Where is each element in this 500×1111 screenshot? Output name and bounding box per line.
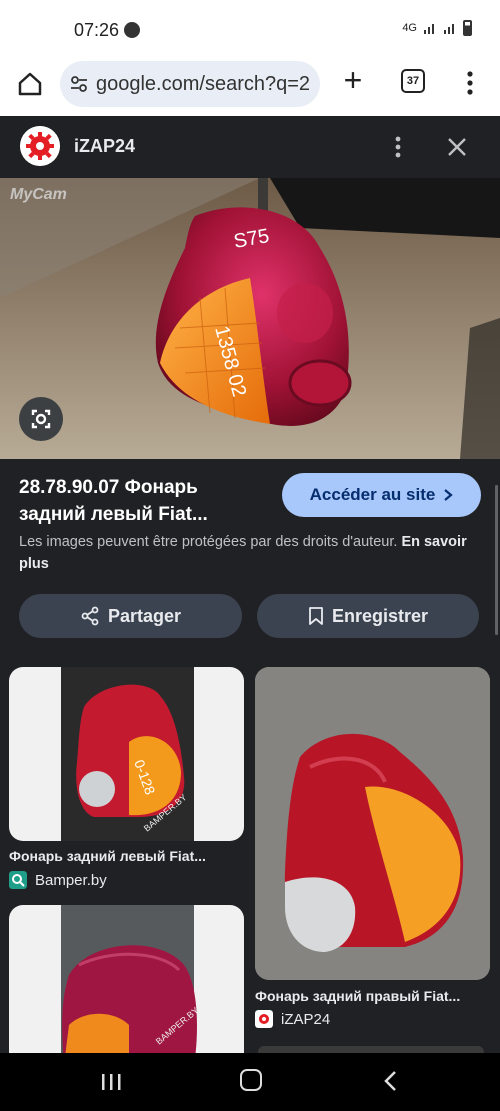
result-image-3: BAMPER.BY [61,905,201,1053]
system-nav-bar [0,1053,500,1111]
signal-icon-2 [444,24,454,34]
tab-switcher-button[interactable]: 37 [401,69,425,93]
home-icon[interactable] [16,70,44,98]
image-viewer-header: iZAP24 [0,116,500,178]
chevron-right-icon [444,489,454,501]
site-settings-icon[interactable] [70,75,88,93]
url-text: google.com/search?q=2 [96,73,311,95]
battery-icon [463,20,472,36]
status-icons: 4G [402,20,472,36]
copyright-notice: Les images peuvent être protégées par de… [19,531,481,575]
share-icon [81,606,99,626]
home-nav-icon[interactable] [240,1069,262,1091]
watermark: MyCam [10,186,67,203]
image-title-line2: задний левый Fiat... [19,504,208,525]
result-card-3[interactable]: BAMPER.BY [9,905,244,1053]
visit-site-label: Accéder au site [309,485,436,504]
close-icon[interactable] [444,134,470,160]
share-button[interactable]: Partager [19,594,242,638]
result-image-2 [255,667,490,980]
lens-icon [31,409,51,429]
bamper-favicon-icon [9,871,27,889]
result-caption-1[interactable]: Фонарь задний левый Fiat... [9,848,206,864]
more-menu-icon[interactable] [460,68,480,98]
new-tab-icon[interactable]: + [338,64,368,96]
izap24-favicon-icon [255,1010,273,1028]
image-title-line1: 28.78.90.07 Фонарь [19,477,198,498]
result-source-1[interactable]: Bamper.by [9,871,107,889]
save-label: Enregistrer [331,605,429,626]
result-card-2[interactable] [255,667,490,980]
network-type: 4G [402,22,417,34]
recents-icon[interactable] [100,1073,122,1091]
status-bar: 07:26 4G [0,0,500,58]
result-image-1: 0-128 BAMPER.BY [61,667,194,841]
result-source-label-2: iZAP24 [281,1010,331,1028]
main-image[interactable]: S75 1358 02 MyCam [0,178,500,459]
image-title[interactable]: 28.78.90.07 Фонарь задний левый Fiat... [19,474,269,528]
result-card-1[interactable]: 0-128 BAMPER.BY [9,667,244,841]
bookmark-icon [309,607,323,625]
google-lens-button[interactable] [19,397,63,441]
result-caption-2[interactable]: Фонарь задний правый Fiat... [255,988,460,1004]
browser-toolbar: google.com/search?q=2 + 37 [0,58,500,116]
site-name: iZAP24 [74,136,136,156]
call-icon [124,22,140,38]
result-card-4-edge[interactable] [258,1046,484,1053]
clock: 07:26 [74,20,120,40]
izap24-logo-icon [20,126,60,166]
address-bar[interactable]: google.com/search?q=2 [60,61,320,107]
share-label: Partager [107,605,182,626]
scrollbar[interactable] [495,485,498,635]
signal-icon [424,24,434,34]
result-source-2[interactable]: iZAP24 [255,1010,330,1028]
more-options-icon[interactable] [386,134,410,160]
save-button[interactable]: Enregistrer [257,594,479,638]
tail-light-photo: S75 1358 02 [0,178,500,459]
back-icon[interactable] [380,1069,402,1093]
copyright-text: Les images peuvent être protégées par de… [19,534,398,550]
result-source-label-1: Bamper.by [35,871,107,889]
visit-site-button[interactable]: Accéder au site [282,473,481,517]
